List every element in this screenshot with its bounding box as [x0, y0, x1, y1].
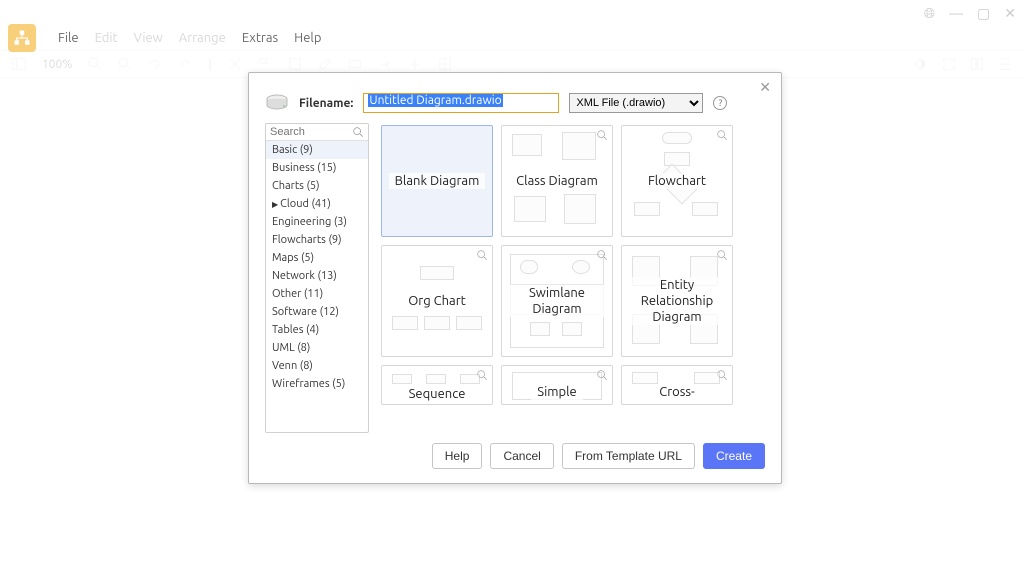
- template-org-chart[interactable]: Org Chart: [381, 245, 493, 357]
- template-class-diagram[interactable]: Class Diagram: [501, 125, 613, 237]
- template-sequence[interactable]: Sequence: [381, 365, 493, 405]
- category-other[interactable]: Other (11): [266, 285, 368, 303]
- template-label: Swimlane Diagram: [502, 285, 612, 318]
- table-icon[interactable]: [438, 57, 452, 71]
- new-diagram-dialog: ✕ Filename: Untitled Diagram.drawio XML …: [248, 72, 782, 484]
- template-label: Entity Relationship Diagram: [622, 277, 732, 326]
- template-label: Blank Diagram: [389, 173, 486, 189]
- category-basic[interactable]: Basic (9): [266, 141, 368, 159]
- format-icon[interactable]: [970, 57, 984, 71]
- template-simple[interactable]: Simple: [501, 365, 613, 405]
- category-flowcharts[interactable]: Flowcharts (9): [266, 231, 368, 249]
- menu-edit[interactable]: Edit: [95, 31, 118, 45]
- close-window-icon[interactable]: ✕: [1004, 5, 1016, 22]
- category-wireframes[interactable]: Wireframes (5): [266, 375, 368, 393]
- collapse-icon[interactable]: [998, 57, 1012, 71]
- chevron-right-icon: ▶: [272, 200, 278, 209]
- theme-icon[interactable]: [914, 57, 928, 71]
- paint-icon[interactable]: [258, 57, 272, 71]
- menu-view[interactable]: View: [134, 31, 163, 45]
- category-business[interactable]: Business (15): [266, 159, 368, 177]
- category-list[interactable]: Basic (9) Business (15) Charts (5) ▶Clou…: [266, 141, 368, 432]
- dialog-header: Filename: Untitled Diagram.drawio XML Fi…: [249, 73, 781, 123]
- category-charts[interactable]: Charts (5): [266, 177, 368, 195]
- template-swimlane-diagram[interactable]: Swimlane Diagram: [501, 245, 613, 357]
- search-icon[interactable]: [353, 127, 364, 138]
- category-venn[interactable]: Venn (8): [266, 357, 368, 375]
- menu-file[interactable]: File: [58, 31, 79, 45]
- app-icon: [8, 24, 36, 52]
- help-button[interactable]: Help: [432, 443, 483, 469]
- fill-icon[interactable]: [228, 57, 242, 71]
- template-label: Org Chart: [402, 293, 472, 309]
- template-label: Sequence: [403, 386, 472, 402]
- filename-label: Filename:: [299, 97, 353, 110]
- from-template-url-button[interactable]: From Template URL: [562, 443, 695, 469]
- arrow-icon[interactable]: [378, 57, 392, 71]
- rect-icon[interactable]: [348, 57, 362, 71]
- menu-extras[interactable]: Extras: [242, 31, 278, 45]
- minimize-icon[interactable]: —: [949, 5, 963, 21]
- fullscreen-icon[interactable]: [942, 57, 956, 71]
- template-blank-diagram[interactable]: Blank Diagram: [381, 125, 493, 237]
- category-software[interactable]: Software (12): [266, 303, 368, 321]
- globe-icon[interactable]: 🌐︎: [924, 5, 935, 22]
- template-flowchart[interactable]: Flowchart: [621, 125, 733, 237]
- template-label: Cross-: [653, 384, 701, 400]
- category-engineering[interactable]: Engineering (3): [266, 213, 368, 231]
- menu-help[interactable]: Help: [294, 31, 321, 45]
- category-uml[interactable]: UML (8): [266, 339, 368, 357]
- close-icon[interactable]: ✕: [759, 79, 771, 96]
- zoom-in-icon[interactable]: [88, 57, 102, 71]
- search-input[interactable]: [270, 126, 353, 138]
- cancel-button[interactable]: Cancel: [490, 443, 553, 469]
- category-maps[interactable]: Maps (5): [266, 249, 368, 267]
- help-icon[interactable]: ?: [713, 96, 727, 110]
- create-button[interactable]: Create: [703, 443, 765, 469]
- category-tables[interactable]: Tables (4): [266, 321, 368, 339]
- undo-icon[interactable]: [148, 57, 162, 71]
- zoom-out-icon[interactable]: [118, 57, 132, 71]
- pencil-icon[interactable]: [318, 57, 332, 71]
- plus-icon[interactable]: [408, 57, 422, 71]
- template-cross-functional[interactable]: Cross-: [621, 365, 733, 405]
- dialog-footer: Help Cancel From Template URL Create: [249, 433, 781, 483]
- redo-icon[interactable]: [178, 57, 192, 71]
- template-label: Flowchart: [642, 173, 712, 189]
- filename-input[interactable]: Untitled Diagram.drawio: [363, 93, 559, 113]
- window-titlebar: 🌐︎ — ▢ ✕: [0, 0, 1024, 26]
- menu-arrange[interactable]: Arrange: [179, 31, 226, 45]
- template-grid[interactable]: Blank Diagram Class Diagram: [377, 123, 765, 433]
- template-entity-relationship[interactable]: Entity Relationship Diagram: [621, 245, 733, 357]
- category-sidebar: Basic (9) Business (15) Charts (5) ▶Clou…: [265, 123, 369, 433]
- maximize-icon[interactable]: ▢: [977, 5, 990, 22]
- filetype-select[interactable]: XML File (.drawio): [569, 93, 703, 113]
- sidebar-toggle-icon[interactable]: [12, 57, 26, 71]
- menubar: File Edit View Arrange Extras Help: [0, 26, 1024, 50]
- category-network[interactable]: Network (13): [266, 267, 368, 285]
- zoom-level[interactable]: 100%: [42, 58, 72, 71]
- shape-icon[interactable]: [288, 57, 302, 71]
- drive-icon: [265, 93, 289, 113]
- category-cloud[interactable]: ▶Cloud (41): [266, 195, 368, 213]
- template-label: Simple: [531, 384, 582, 400]
- template-label: Class Diagram: [510, 173, 604, 189]
